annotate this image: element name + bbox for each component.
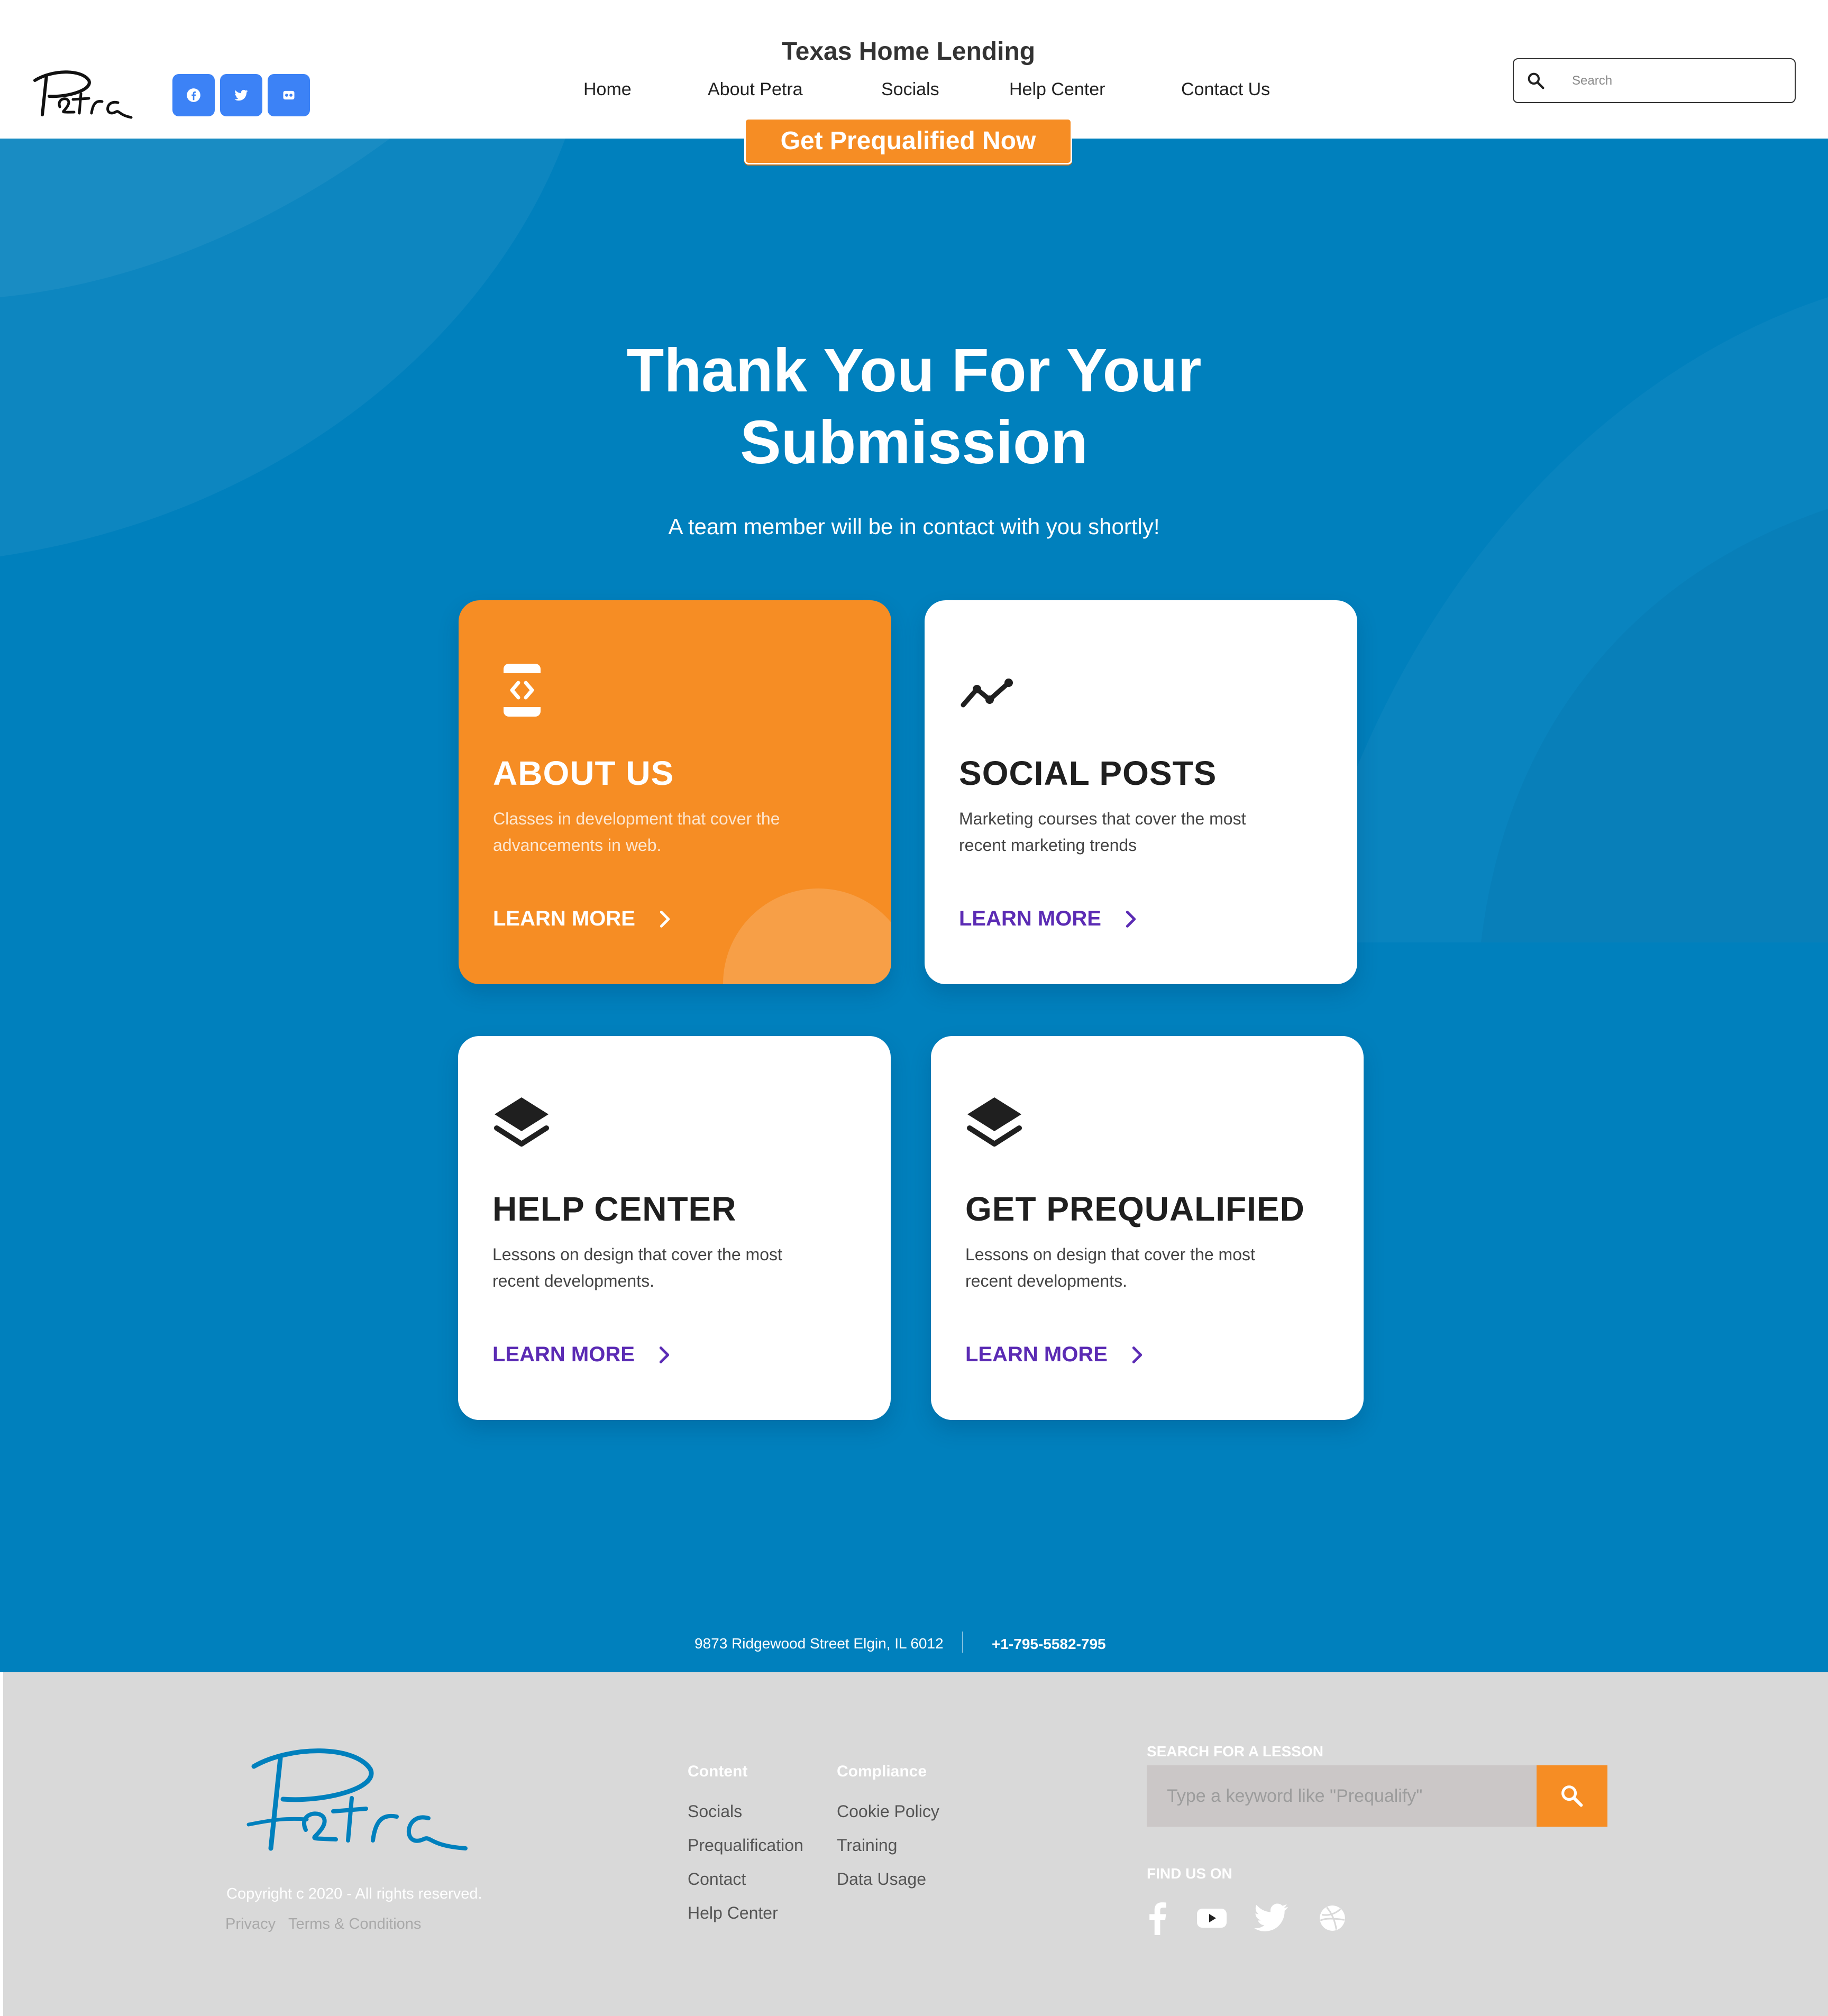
nav-contact-us[interactable]: Contact Us: [1181, 79, 1270, 100]
card-description: Marketing courses that cover the most re…: [959, 809, 1246, 855]
get-prequalified-button[interactable]: Get Prequalified Now: [744, 118, 1072, 164]
card-decoration: [723, 888, 891, 984]
twitter-icon: [234, 89, 248, 101]
footer-link-help-center[interactable]: Help Center: [688, 1903, 778, 1923]
footer-column-heading-compliance: Compliance: [837, 1763, 927, 1780]
lesson-search-placeholder: Type a keyword like "Prequalify": [1167, 1785, 1423, 1806]
contact-divider: [962, 1632, 963, 1653]
site-title: Texas Home Lending: [781, 38, 1036, 66]
page-title: Thank You For Your Submission: [529, 334, 1299, 478]
terms-link[interactable]: Terms & Conditions: [288, 1916, 421, 1933]
card-title: HELP CENTER: [492, 1190, 737, 1228]
footer-dribbble-link[interactable]: [1314, 1900, 1351, 1937]
facebook-icon: [187, 88, 200, 102]
card-help-center[interactable]: HELP CENTER Lessons on design that cover…: [458, 1036, 891, 1420]
copyright-text: Copyright c 2020 - All rights reserved.: [226, 1885, 482, 1902]
learn-more-link[interactable]: LEARN MORE: [959, 907, 1141, 931]
facebook-icon: [1149, 1902, 1166, 1935]
footer-youtube-link[interactable]: [1193, 1900, 1230, 1937]
footer-link-cookie-policy[interactable]: Cookie Policy: [837, 1802, 939, 1821]
flickr-button[interactable]: [268, 74, 310, 116]
card-description: Classes in development that cover the ad…: [493, 809, 780, 855]
twitter-icon: [1254, 1903, 1288, 1931]
card-get-prequalified[interactable]: GET PREQUALIFIED Lessons on design that …: [931, 1036, 1364, 1420]
card-social-posts[interactable]: SOCIAL POSTS Marketing courses that cove…: [925, 600, 1357, 984]
learn-more-label: LEARN MORE: [959, 907, 1101, 930]
learn-more-link[interactable]: LEARN MORE: [492, 1343, 675, 1367]
page-subtitle: A team member will be in contact with yo…: [668, 514, 1160, 539]
hero-section: Thank You For Your Submission A team mem…: [0, 139, 1828, 1672]
learn-more-label: LEARN MORE: [492, 1343, 635, 1366]
nav-about-petra[interactable]: About Petra: [708, 79, 803, 100]
search-placeholder: Search: [1572, 73, 1613, 88]
footer-column-heading-content: Content: [688, 1763, 748, 1780]
layers-icon: [494, 1097, 549, 1147]
facebook-button[interactable]: [172, 74, 215, 116]
learn-more-link[interactable]: LEARN MORE: [965, 1343, 1148, 1367]
card-title: ABOUT US: [493, 754, 674, 792]
search-input[interactable]: Search: [1513, 58, 1796, 103]
learn-more-label: LEARN MORE: [493, 907, 635, 930]
chevron-right-icon: [1132, 1346, 1142, 1363]
learn-more-label: LEARN MORE: [965, 1343, 1108, 1366]
nav-socials[interactable]: Socials: [881, 79, 939, 100]
search-icon: [1528, 72, 1544, 89]
card-description: Lessons on design that cover the most re…: [492, 1245, 782, 1290]
learn-more-link[interactable]: LEARN MORE: [493, 907, 675, 931]
nav-home[interactable]: Home: [583, 79, 632, 100]
chevron-right-icon: [660, 910, 670, 928]
footer-petra-logo[interactable]: [243, 1740, 471, 1862]
phone-code-icon: [504, 664, 541, 717]
dribbble-icon: [1320, 1905, 1345, 1931]
layers-icon: [967, 1097, 1022, 1147]
lesson-search-input[interactable]: Type a keyword like "Prequalify": [1147, 1765, 1537, 1827]
nav-help-center[interactable]: Help Center: [1009, 79, 1105, 100]
twitter-button[interactable]: [220, 74, 262, 116]
footer-link-data-usage[interactable]: Data Usage: [837, 1870, 926, 1889]
card-about-us[interactable]: ABOUT US Classes in development that cov…: [459, 600, 891, 984]
chevron-right-icon: [659, 1346, 670, 1363]
phone-link[interactable]: +1-795-5582-795: [992, 1636, 1106, 1653]
footer-facebook-link[interactable]: [1138, 1900, 1175, 1937]
footer-twitter-link[interactable]: [1253, 1900, 1290, 1937]
page-title-line-2: Submission: [740, 408, 1088, 476]
card-description: Lessons on design that cover the most re…: [965, 1245, 1255, 1290]
search-icon: [1561, 1785, 1583, 1807]
lesson-search-heading: SEARCH FOR A LESSON: [1147, 1743, 1323, 1760]
footer-link-training[interactable]: Training: [837, 1836, 897, 1855]
footer-link-socials[interactable]: Socials: [688, 1802, 742, 1821]
card-title: SOCIAL POSTS: [959, 754, 1217, 792]
footer-link-contact[interactable]: Contact: [688, 1870, 746, 1889]
find-us-heading: FIND US ON: [1147, 1865, 1232, 1882]
address-text: 9873 Ridgewood Street Elgin, IL 6012: [694, 1635, 944, 1652]
card-title: GET PREQUALIFIED: [965, 1190, 1305, 1228]
youtube-icon: [1197, 1909, 1227, 1928]
chevron-right-icon: [1126, 910, 1136, 928]
flickr-icon: [283, 90, 295, 100]
petra-logo[interactable]: [31, 65, 136, 128]
footer-link-prequalification[interactable]: Prequalification: [688, 1836, 803, 1855]
trend-line-icon: [961, 679, 1013, 708]
lesson-search-button[interactable]: [1537, 1765, 1607, 1827]
page-title-line-1: Thank You For Your: [626, 336, 1202, 405]
privacy-link[interactable]: Privacy: [225, 1916, 276, 1933]
